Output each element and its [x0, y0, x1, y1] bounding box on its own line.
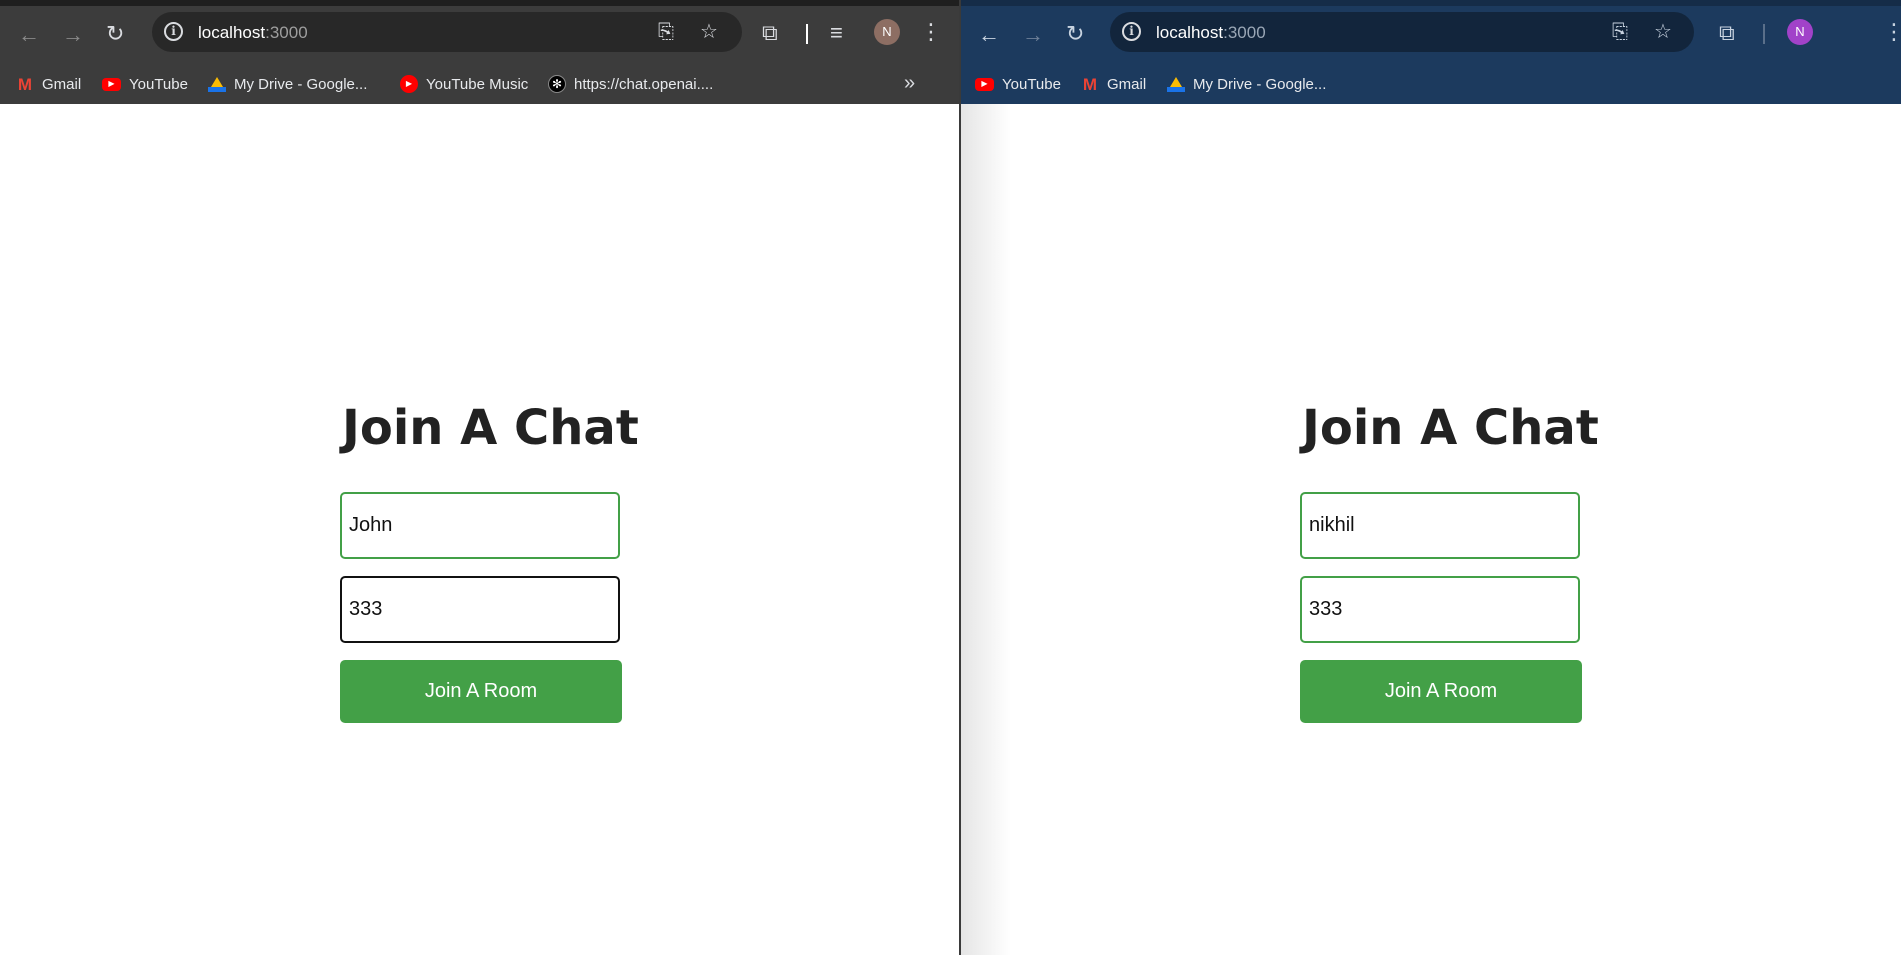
- address-bar[interactable]: i localhost:3000 ⎘ ☆: [1110, 12, 1694, 52]
- more-bookmarks-chevron-icon[interactable]: »: [904, 73, 915, 93]
- bookmark-label: Gmail: [1107, 75, 1147, 93]
- url-port: :3000: [265, 23, 308, 42]
- page-content: Join A Chat Join A Room: [961, 104, 1901, 955]
- browser-toolbar: ← → ↻ i localhost:3000 ⎘ ☆ ⧉ ≡ N ⋮: [0, 6, 959, 64]
- gmail-icon: M: [1082, 74, 1098, 94]
- google-drive-icon: [1167, 76, 1185, 92]
- site-info-icon[interactable]: i: [1122, 22, 1141, 41]
- youtube-icon: ▶: [975, 77, 994, 91]
- gmail-icon: M: [17, 74, 33, 94]
- bookmark-label: https://chat.openai....: [574, 75, 714, 93]
- site-info-icon[interactable]: i: [164, 22, 183, 41]
- name-input[interactable]: [1300, 492, 1580, 559]
- more-menu-icon[interactable]: ⋮: [1883, 21, 1901, 43]
- profile-avatar[interactable]: N: [1787, 19, 1813, 45]
- back-arrow-icon[interactable]: ←: [18, 24, 40, 46]
- extensions-puzzle-icon[interactable]: ⧉: [762, 22, 778, 44]
- profile-avatar[interactable]: N: [874, 19, 900, 45]
- bookmark-star-icon[interactable]: ☆: [1654, 20, 1672, 44]
- bookmark-chatgpt[interactable]: ✻ https://chat.openai....: [548, 74, 713, 94]
- bookmarks-bar: M Gmail ▶ YouTube My Drive - Google... ▶…: [0, 64, 959, 104]
- bookmark-label: Gmail: [42, 75, 82, 93]
- bookmark-my-drive[interactable]: My Drive - Google...: [1167, 74, 1326, 94]
- google-drive-icon: [208, 76, 226, 92]
- extensions-puzzle-icon[interactable]: ⧉: [1719, 22, 1735, 44]
- browser-toolbar: ← → ↻ i localhost:3000 ⎘ ☆ ⧉ N ⋮: [961, 6, 1901, 64]
- url-port: :3000: [1223, 23, 1266, 42]
- url-host: localhost: [1156, 23, 1224, 42]
- bookmark-label: My Drive - Google...: [234, 75, 368, 93]
- bookmark-label: YouTube: [129, 75, 188, 93]
- bookmark-label: YouTube Music: [426, 75, 529, 93]
- bookmark-youtube[interactable]: ▶ YouTube: [975, 74, 1061, 94]
- join-room-button[interactable]: Join A Room: [1300, 660, 1582, 723]
- left-browser-window: ← → ↻ i localhost:3000 ⎘ ☆ ⧉ ≡ N ⋮ M Gma…: [0, 0, 959, 955]
- room-id-input[interactable]: [1300, 576, 1580, 643]
- page-content: Join A Chat Join A Room: [0, 104, 959, 955]
- bookmarks-bar: ▶ YouTube M Gmail My Drive - Google...: [961, 64, 1901, 104]
- desktop-screen: ← → ↻ i localhost:3000 ⎘ ☆ ⧉ ≡ N ⋮ M Gma…: [0, 0, 1901, 955]
- join-room-button[interactable]: Join A Room: [340, 660, 622, 723]
- install-app-icon[interactable]: ⎘: [658, 20, 674, 44]
- right-browser-window: ← → ↻ i localhost:3000 ⎘ ☆ ⧉ N ⋮ ▶ YouTu…: [961, 0, 1901, 955]
- name-input[interactable]: [340, 492, 620, 559]
- page-title: Join A Chat: [342, 400, 639, 456]
- forward-arrow-icon[interactable]: →: [1022, 24, 1044, 46]
- url-text[interactable]: localhost:3000: [198, 23, 308, 43]
- bookmark-my-drive[interactable]: My Drive - Google...: [208, 74, 367, 94]
- page-title: Join A Chat: [1302, 400, 1599, 456]
- youtube-music-icon: ▶: [400, 75, 418, 93]
- back-arrow-icon[interactable]: ←: [978, 24, 1000, 46]
- room-id-input[interactable]: [340, 576, 620, 643]
- url-text[interactable]: localhost:3000: [1156, 23, 1266, 43]
- bookmark-label: YouTube: [1002, 75, 1061, 93]
- toolbar-separator: [1763, 24, 1765, 44]
- reload-icon[interactable]: ↻: [106, 23, 124, 45]
- media-control-icon[interactable]: ≡: [830, 22, 843, 44]
- bookmark-star-icon[interactable]: ☆: [700, 20, 718, 44]
- forward-arrow-icon[interactable]: →: [62, 24, 84, 46]
- url-host: localhost: [198, 23, 266, 42]
- youtube-icon: ▶: [102, 77, 121, 91]
- bookmark-gmail[interactable]: M Gmail: [16, 74, 81, 94]
- bookmark-label: My Drive - Google...: [1193, 75, 1327, 93]
- bookmark-gmail[interactable]: M Gmail: [1081, 74, 1146, 94]
- more-menu-icon[interactable]: ⋮: [920, 21, 942, 43]
- bookmark-youtube-music[interactable]: ▶ YouTube Music: [400, 74, 528, 94]
- toolbar-separator: [806, 24, 808, 44]
- address-bar[interactable]: i localhost:3000 ⎘ ☆: [152, 12, 742, 52]
- bookmark-youtube[interactable]: ▶ YouTube: [102, 74, 188, 94]
- install-app-icon[interactable]: ⎘: [1612, 20, 1628, 44]
- reload-icon[interactable]: ↻: [1066, 23, 1084, 45]
- openai-icon: ✻: [548, 75, 566, 93]
